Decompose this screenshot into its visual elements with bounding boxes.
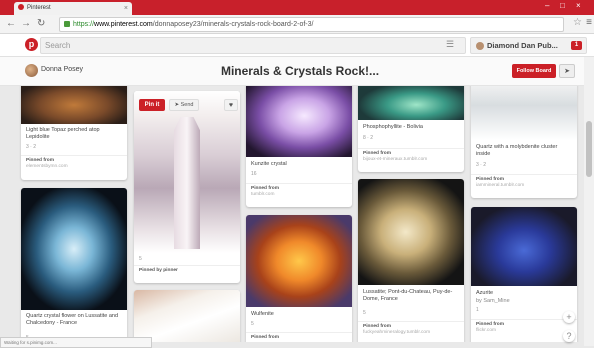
menu-icon[interactable]: ≡ [586,17,592,28]
page-scrollbar[interactable] [584,57,594,346]
follow-board-button[interactable]: Follow Board [512,64,556,78]
categories-menu-icon[interactable]: ☰ [446,39,454,50]
help-icon[interactable]: ? [563,330,575,342]
pin-grid: Light blue Topaz perched atop Lepidolite… [0,86,594,342]
pin-via[interactable]: by Sam_Mine [476,298,572,305]
pin-description: Kunzite crystal [251,161,287,167]
pinterest-favicon-icon [18,4,24,11]
pin-image[interactable] [21,86,127,124]
bookmark-star-icon[interactable]: ☆ [573,17,582,28]
status-text: Waiting for s.pinimg.com... [4,340,57,345]
tab-title: Pinterest [27,5,51,11]
pin-description: Azurite [476,290,494,296]
pin-source[interactable]: Pinned from fuckyeahmineralogy.tumblr.com [358,321,464,338]
pin-card[interactable]: Quartz crystal flower on Lussatite and C… [21,188,127,342]
reload-icon[interactable]: ↻ [37,17,45,31]
share-button[interactable]: ➤ [559,64,575,78]
source-domain: bijoux-et-mineraux.tumblr.com [363,157,428,162]
url-protocol: https:// [73,21,95,28]
forward-icon[interactable]: → [21,17,31,31]
pin-stats: 5 [139,256,142,262]
scrollbar-thumb[interactable] [586,121,592,177]
pin-source[interactable]: Pinned from [246,332,352,342]
browser-toolbar: ← → ↻ https://www.pinterest.com/donnapos… [0,15,594,34]
pin-card[interactable] [134,290,240,342]
pin-description: Light blue Topaz perched atop Lepidolite [26,127,100,140]
pin-card[interactable]: Wulfenite 5 Pinned from [246,215,352,342]
maximize-icon[interactable]: □ [560,1,565,10]
pin-stats: 5 [251,321,254,327]
browser-tab[interactable]: Pinterest × [14,2,132,15]
like-heart-icon[interactable]: ♥ [224,99,238,111]
search-input[interactable]: Search [40,37,466,54]
owner-name[interactable]: Donna Posey [41,66,83,73]
pin-description: Quartz with a molybdenite cluster inside [476,144,558,157]
send-label: Send [180,102,194,108]
pinterest-header: p Search ☰ Diamond Dan Pub... 1 [0,34,594,57]
pin-image[interactable] [358,86,464,120]
pin-stats: 3 · 2 [26,144,37,150]
pin-card[interactable]: Phosphophyllite - Bolivia 8 · 2 Pinned f… [358,86,464,172]
pin-source[interactable]: Pinned from flickr.com [471,319,577,336]
pin-card[interactable]: Kunzite crystal 16 Pinned from tumblr.com [246,86,352,207]
pinned-by-label: Pinned by pinner [139,268,178,273]
pin-stats: 8 · 2 [363,135,374,141]
close-window-icon[interactable]: × [576,1,581,10]
search-placeholder: Search [45,41,71,50]
source-domain: tumblr.com [251,192,275,197]
pin-card[interactable]: Pin it ➤ Send ♥ 5 Pinned by pinner [134,91,240,283]
pin-image[interactable] [246,86,352,157]
browser-status-bar: Waiting for s.pinimg.com... [0,337,152,348]
pin-source[interactable]: Pinned from bijoux-et-mineraux.tumblr.com [358,148,464,165]
source-domain: elementsbymn.com [26,164,68,169]
pin-image[interactable] [471,86,577,140]
url-host: www.pinterest.com [94,21,153,28]
pin-image[interactable] [21,188,127,310]
tab-close-icon[interactable]: × [124,2,128,15]
notification-badge[interactable]: 1 [571,41,582,50]
quartz-crystal-shape [174,117,200,249]
pin-image[interactable] [134,290,240,342]
source-domain: flickr.com [476,328,496,333]
send-button[interactable]: ➤ Send [169,99,199,111]
add-pin-icon[interactable]: + [563,311,575,323]
pin-source[interactable]: Pinned from tumblr.com [246,183,352,200]
pin-source[interactable]: Pinned by pinner [134,265,240,276]
pin-description: Quartz crystal flower on Lussatite and C… [26,313,119,326]
user-profile-button[interactable]: Diamond Dan Pub... 1 [470,37,587,54]
pin-stats: 1 [476,307,479,313]
back-icon[interactable]: ← [6,17,16,31]
url-path: /donnaposey23/minerals-crystals-rock-boa… [152,21,314,28]
pin-source[interactable]: Pinned from elementsbymn.com [21,155,127,172]
user-name: Diamond Dan Pub... [487,41,558,50]
pin-card[interactable]: Azurite by Sam_Mine 1 Pinned from flickr.… [471,207,577,342]
pin-stats: 5 [363,310,366,316]
pin-card[interactable]: Quartz with a molybdenite cluster inside… [471,86,577,198]
board-title: Minerals & Crystals Rock!... [220,64,380,78]
pin-image[interactable] [471,207,577,286]
board-header: Donna Posey Minerals & Crystals Rock!...… [0,57,594,86]
pin-image[interactable] [358,179,464,285]
pin-stats: 3 · 2 [476,162,487,168]
pin-source[interactable]: Pinned from iammineral.tumblr.com [471,174,577,191]
browser-titlebar: Pinterest × – □ × [0,0,594,15]
pinned-from-label: Pinned from [251,335,279,340]
pinterest-logo-icon[interactable]: p [25,38,38,51]
pin-description: Phosphophyllite - Bolivia [363,124,423,130]
source-domain: iammineral.tumblr.com [476,183,525,188]
address-bar[interactable]: https://www.pinterest.com/donnaposey23/m… [59,17,564,32]
owner-avatar[interactable] [25,64,38,77]
pin-card[interactable]: Lussatite; Pont-du-Chateau, Puy-de-Dome,… [358,179,464,342]
pin-card[interactable]: Light blue Topaz perched atop Lepidolite… [21,86,127,180]
pin-it-button[interactable]: Pin it [139,99,165,111]
pin-description: Wulfenite [251,311,274,317]
pin-description: Lussatite; Pont-du-Chateau, Puy-de-Dome,… [363,289,453,302]
user-avatar-icon [476,42,484,51]
pin-stats: 16 [251,171,257,177]
pin-image[interactable] [246,215,352,307]
send-icon: ➤ [174,102,180,108]
minimize-icon[interactable]: – [545,1,549,10]
source-domain: fuckyeahmineralogy.tumblr.com [363,330,431,335]
lock-icon [64,21,70,28]
